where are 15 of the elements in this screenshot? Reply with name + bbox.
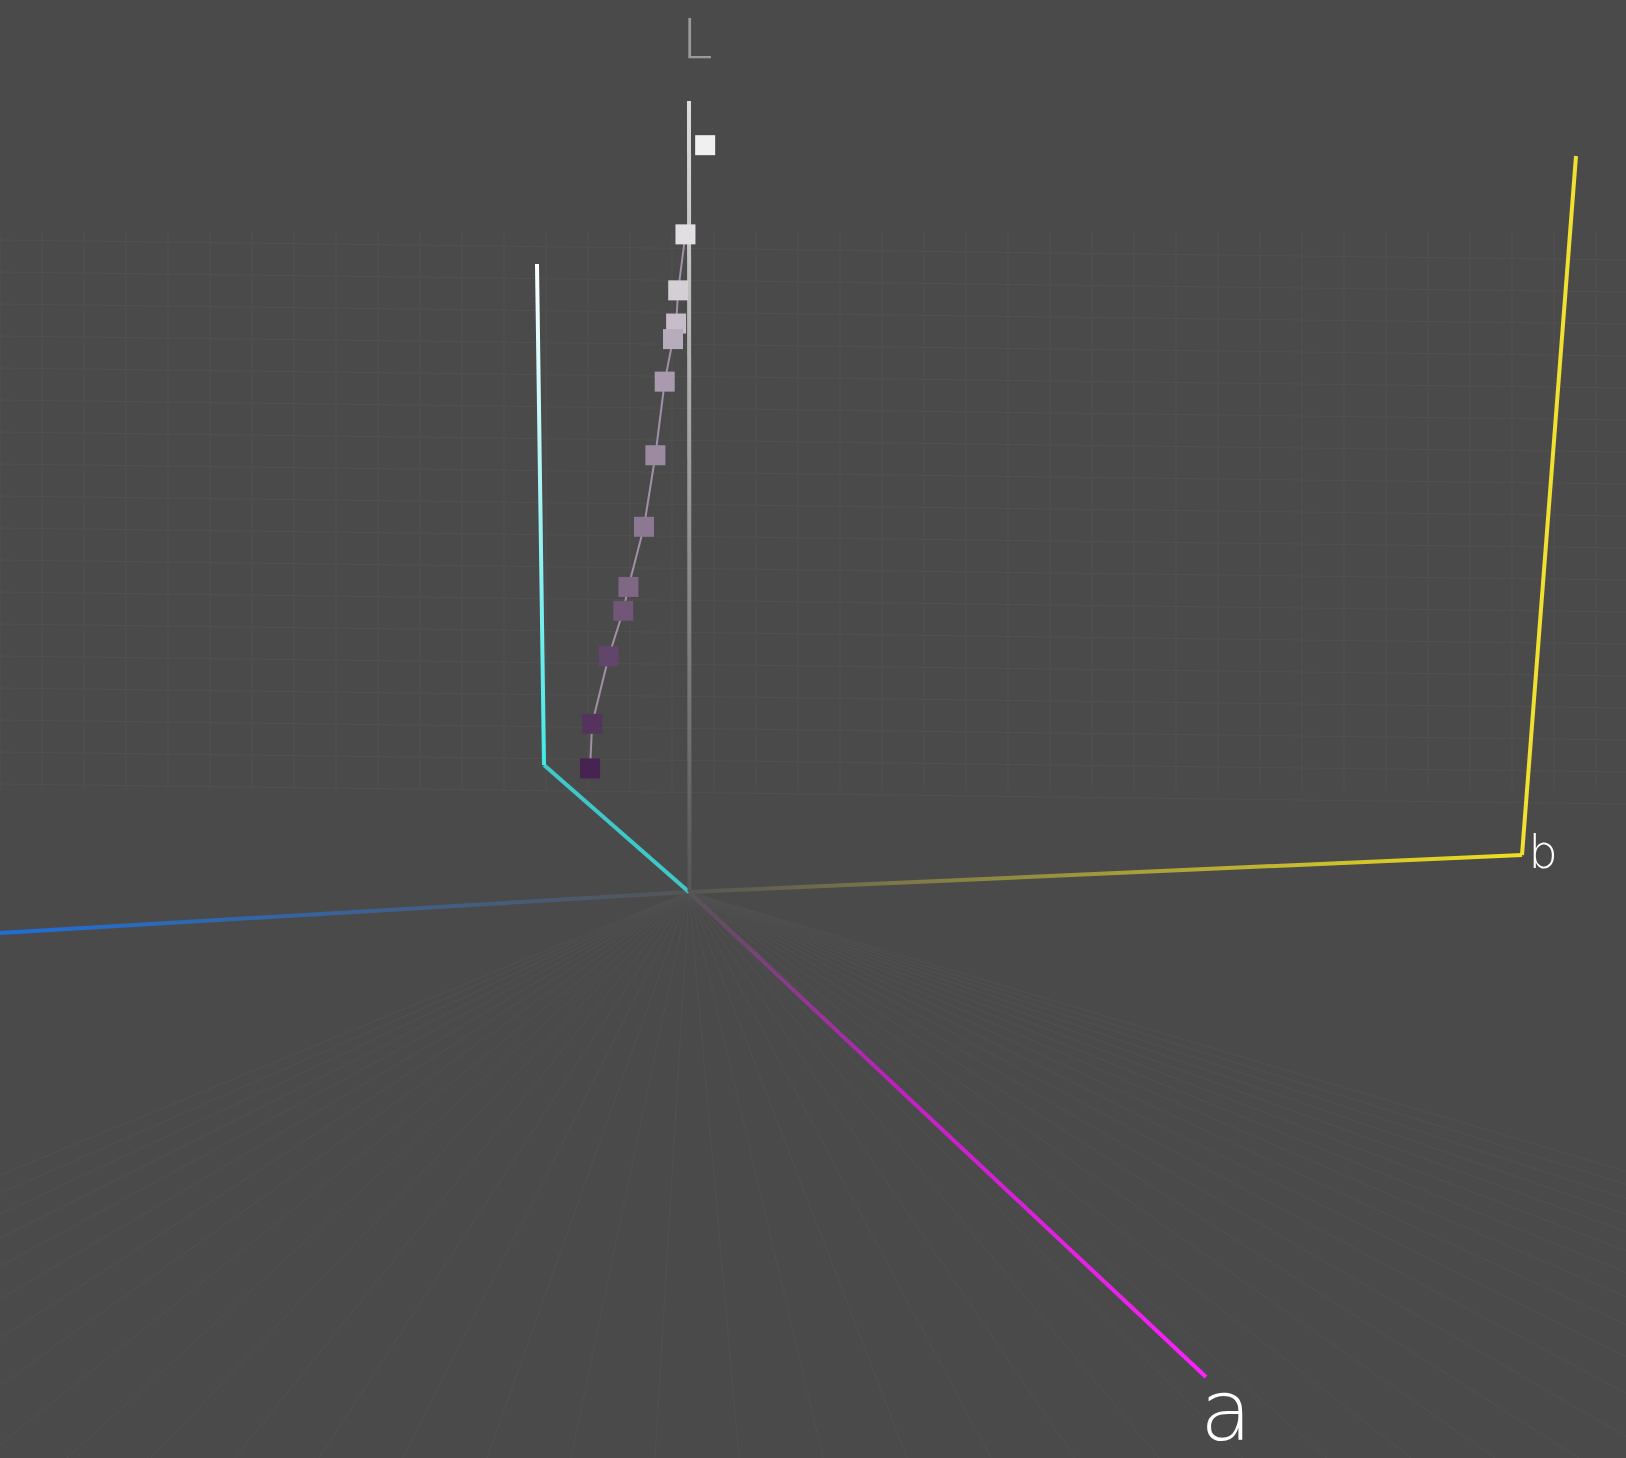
data-point [645, 445, 666, 466]
data-point [613, 600, 634, 621]
data-point [598, 646, 619, 667]
data-point [580, 758, 601, 779]
data-point [668, 280, 689, 301]
data-point [582, 713, 603, 734]
data-point [695, 135, 716, 156]
axis-label: a [1200, 1362, 1252, 1458]
data-point [634, 516, 654, 537]
axis-label: b [1528, 825, 1558, 879]
data-point [663, 329, 683, 350]
data-point [618, 576, 639, 597]
data-point [654, 371, 675, 392]
axis-label: L [681, 6, 713, 71]
data-point [675, 224, 696, 245]
